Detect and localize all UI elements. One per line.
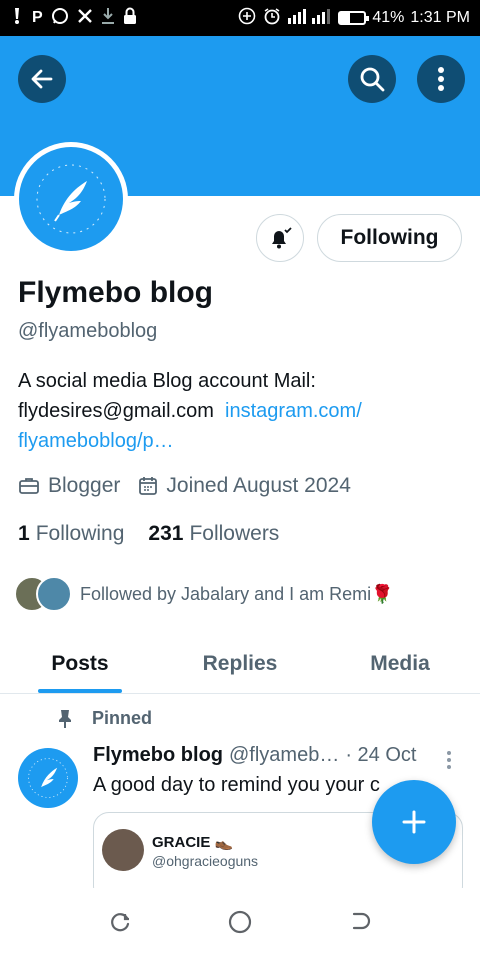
profile-tabs: Posts Replies Media: [0, 634, 480, 694]
add-circle-icon: [238, 7, 256, 30]
follow-counts: 1 Following 231 Followers: [18, 522, 303, 546]
post-author[interactable]: Flymebo blog: [93, 744, 223, 767]
follower-avatar: [36, 576, 72, 612]
followers-number: 231: [148, 522, 184, 545]
followed-by[interactable]: Followed by Jabalary and I am Remi🌹: [14, 576, 394, 612]
plus-icon: [402, 810, 426, 834]
tab-media[interactable]: Media: [320, 634, 480, 693]
back-button[interactable]: [18, 55, 66, 103]
pinned-label: Pinned: [56, 708, 152, 729]
followers-label: Followers: [189, 522, 280, 545]
nav-back-button[interactable]: [348, 910, 372, 939]
more-vertical-icon: [447, 751, 451, 769]
joined-item: Joined August 2024: [138, 474, 351, 498]
battery-level: [340, 13, 351, 23]
signal-icon: [288, 8, 332, 29]
following-number: 1: [18, 522, 30, 545]
post-text: A good day to remind you your c: [93, 774, 380, 796]
profile-meta: Blogger Joined August 2024: [18, 474, 369, 498]
profile-name: Flymebo blog: [18, 276, 213, 309]
home-button[interactable]: [227, 909, 253, 940]
status-bar: P 41% 1:31 PM: [0, 0, 480, 36]
post-more-button[interactable]: [446, 750, 452, 775]
followed-by-text: Followed by Jabalary and I am Remi🌹: [80, 583, 394, 604]
pinned-text: Pinned: [92, 708, 153, 728]
post-handle: @flyameb…: [229, 744, 340, 766]
whatsapp-icon: [51, 7, 69, 30]
job-item: Blogger: [18, 474, 120, 498]
pin-icon: [59, 709, 71, 728]
tab-posts[interactable]: Posts: [0, 634, 160, 693]
lock-icon: [123, 7, 137, 30]
followers-count[interactable]: 231 Followers: [148, 522, 279, 546]
alarm-icon: [262, 7, 282, 30]
following-count[interactable]: 1 Following: [18, 522, 124, 546]
quote-author: GRACIE 👞: [152, 834, 234, 851]
download-icon: [101, 7, 115, 30]
battery-icon: [338, 11, 370, 25]
status-left: P: [10, 7, 137, 30]
following-button[interactable]: Following: [317, 214, 462, 262]
joined-label: Joined August 2024: [166, 474, 351, 497]
alert-icon: [10, 7, 24, 30]
arrow-left-icon: [31, 69, 53, 89]
search-icon: [360, 67, 385, 92]
search-button[interactable]: [348, 55, 396, 103]
profile-handle: @flyameboblog: [18, 320, 158, 342]
more-vertical-icon: [438, 67, 444, 91]
calendar-icon: [139, 477, 158, 495]
post-avatar[interactable]: [18, 748, 78, 808]
recent-apps-button[interactable]: [108, 910, 132, 939]
x-icon: [77, 8, 93, 29]
profile-avatar[interactable]: [14, 142, 128, 256]
post-header: Flymebo blog @flyameb… · 24 Oct: [93, 744, 433, 767]
battery-percent: 41%: [372, 9, 405, 26]
tab-replies[interactable]: Replies: [160, 634, 320, 693]
status-right: 41% 1:31 PM: [238, 7, 470, 30]
avatar-logo: [19, 147, 123, 251]
notifications-button[interactable]: [256, 214, 304, 262]
quote-avatar: [102, 829, 144, 871]
recent-apps-icon: [110, 912, 129, 931]
following-label: Following: [35, 522, 125, 545]
system-nav-bar: [0, 888, 480, 960]
briefcase-icon: [19, 478, 39, 494]
compose-button[interactable]: [372, 780, 456, 864]
feather-logo-icon: [36, 164, 106, 234]
clock: 1:31 PM: [410, 9, 470, 26]
p-icon: P: [32, 9, 43, 26]
more-button[interactable]: [417, 55, 465, 103]
home-icon: [228, 910, 252, 933]
post-date: · 24 Oct: [345, 744, 417, 766]
job-label: Blogger: [48, 474, 121, 497]
bell-check-icon: [272, 227, 292, 249]
quote-handle: @ohgracieoguns: [152, 853, 259, 869]
back-icon: [353, 912, 371, 929]
feather-logo-icon: [28, 758, 68, 798]
profile-bio: A social media Blog account Mail: flydes…: [18, 366, 458, 456]
